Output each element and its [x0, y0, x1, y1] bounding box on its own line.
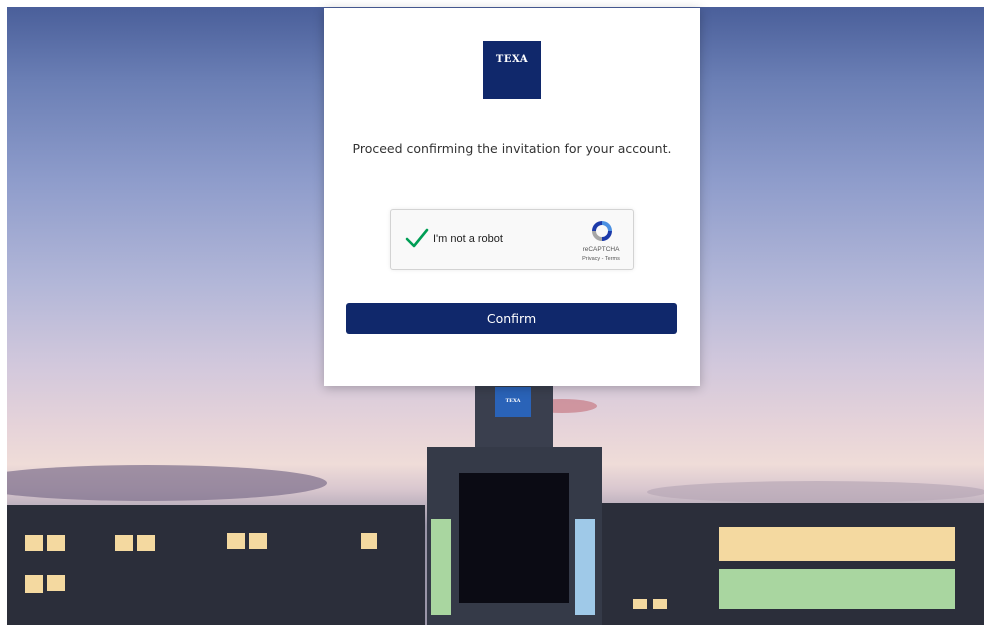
window	[25, 535, 43, 551]
cloud	[7, 465, 327, 501]
window	[719, 527, 955, 561]
recaptcha-label: I'm not a robot	[433, 233, 503, 245]
building-texa-sign: TEXA	[495, 387, 531, 417]
building-dark-facade	[459, 473, 569, 603]
window	[431, 519, 451, 615]
texa-logo: TEXA	[483, 41, 541, 99]
invitation-card: TEXA Proceed confirming the invitation f…	[324, 8, 700, 386]
confirm-button[interactable]: Confirm	[346, 303, 677, 334]
window	[115, 535, 133, 551]
window	[575, 519, 595, 615]
window	[633, 599, 647, 609]
invitation-message: Proceed confirming the invitation for yo…	[352, 141, 672, 156]
recaptcha-widget[interactable]: I'm not a robot reCAPTCHA Privacy - Term…	[390, 209, 634, 270]
window	[719, 569, 955, 609]
recaptcha-logo-icon	[592, 221, 612, 241]
cloud	[647, 481, 984, 503]
recaptcha-brand: reCAPTCHA	[582, 246, 620, 253]
window	[137, 535, 155, 551]
building-left	[7, 505, 425, 625]
page: TEXA TEXA Proceed confirming the invitat…	[0, 0, 984, 625]
window	[227, 533, 245, 549]
checkmark-icon[interactable]	[404, 225, 430, 251]
window	[47, 535, 65, 551]
window	[249, 533, 267, 549]
window	[47, 575, 65, 591]
recaptcha-privacy-terms[interactable]: Privacy - Terms	[571, 256, 631, 262]
window	[361, 533, 377, 549]
window	[653, 599, 667, 609]
window	[25, 575, 43, 593]
